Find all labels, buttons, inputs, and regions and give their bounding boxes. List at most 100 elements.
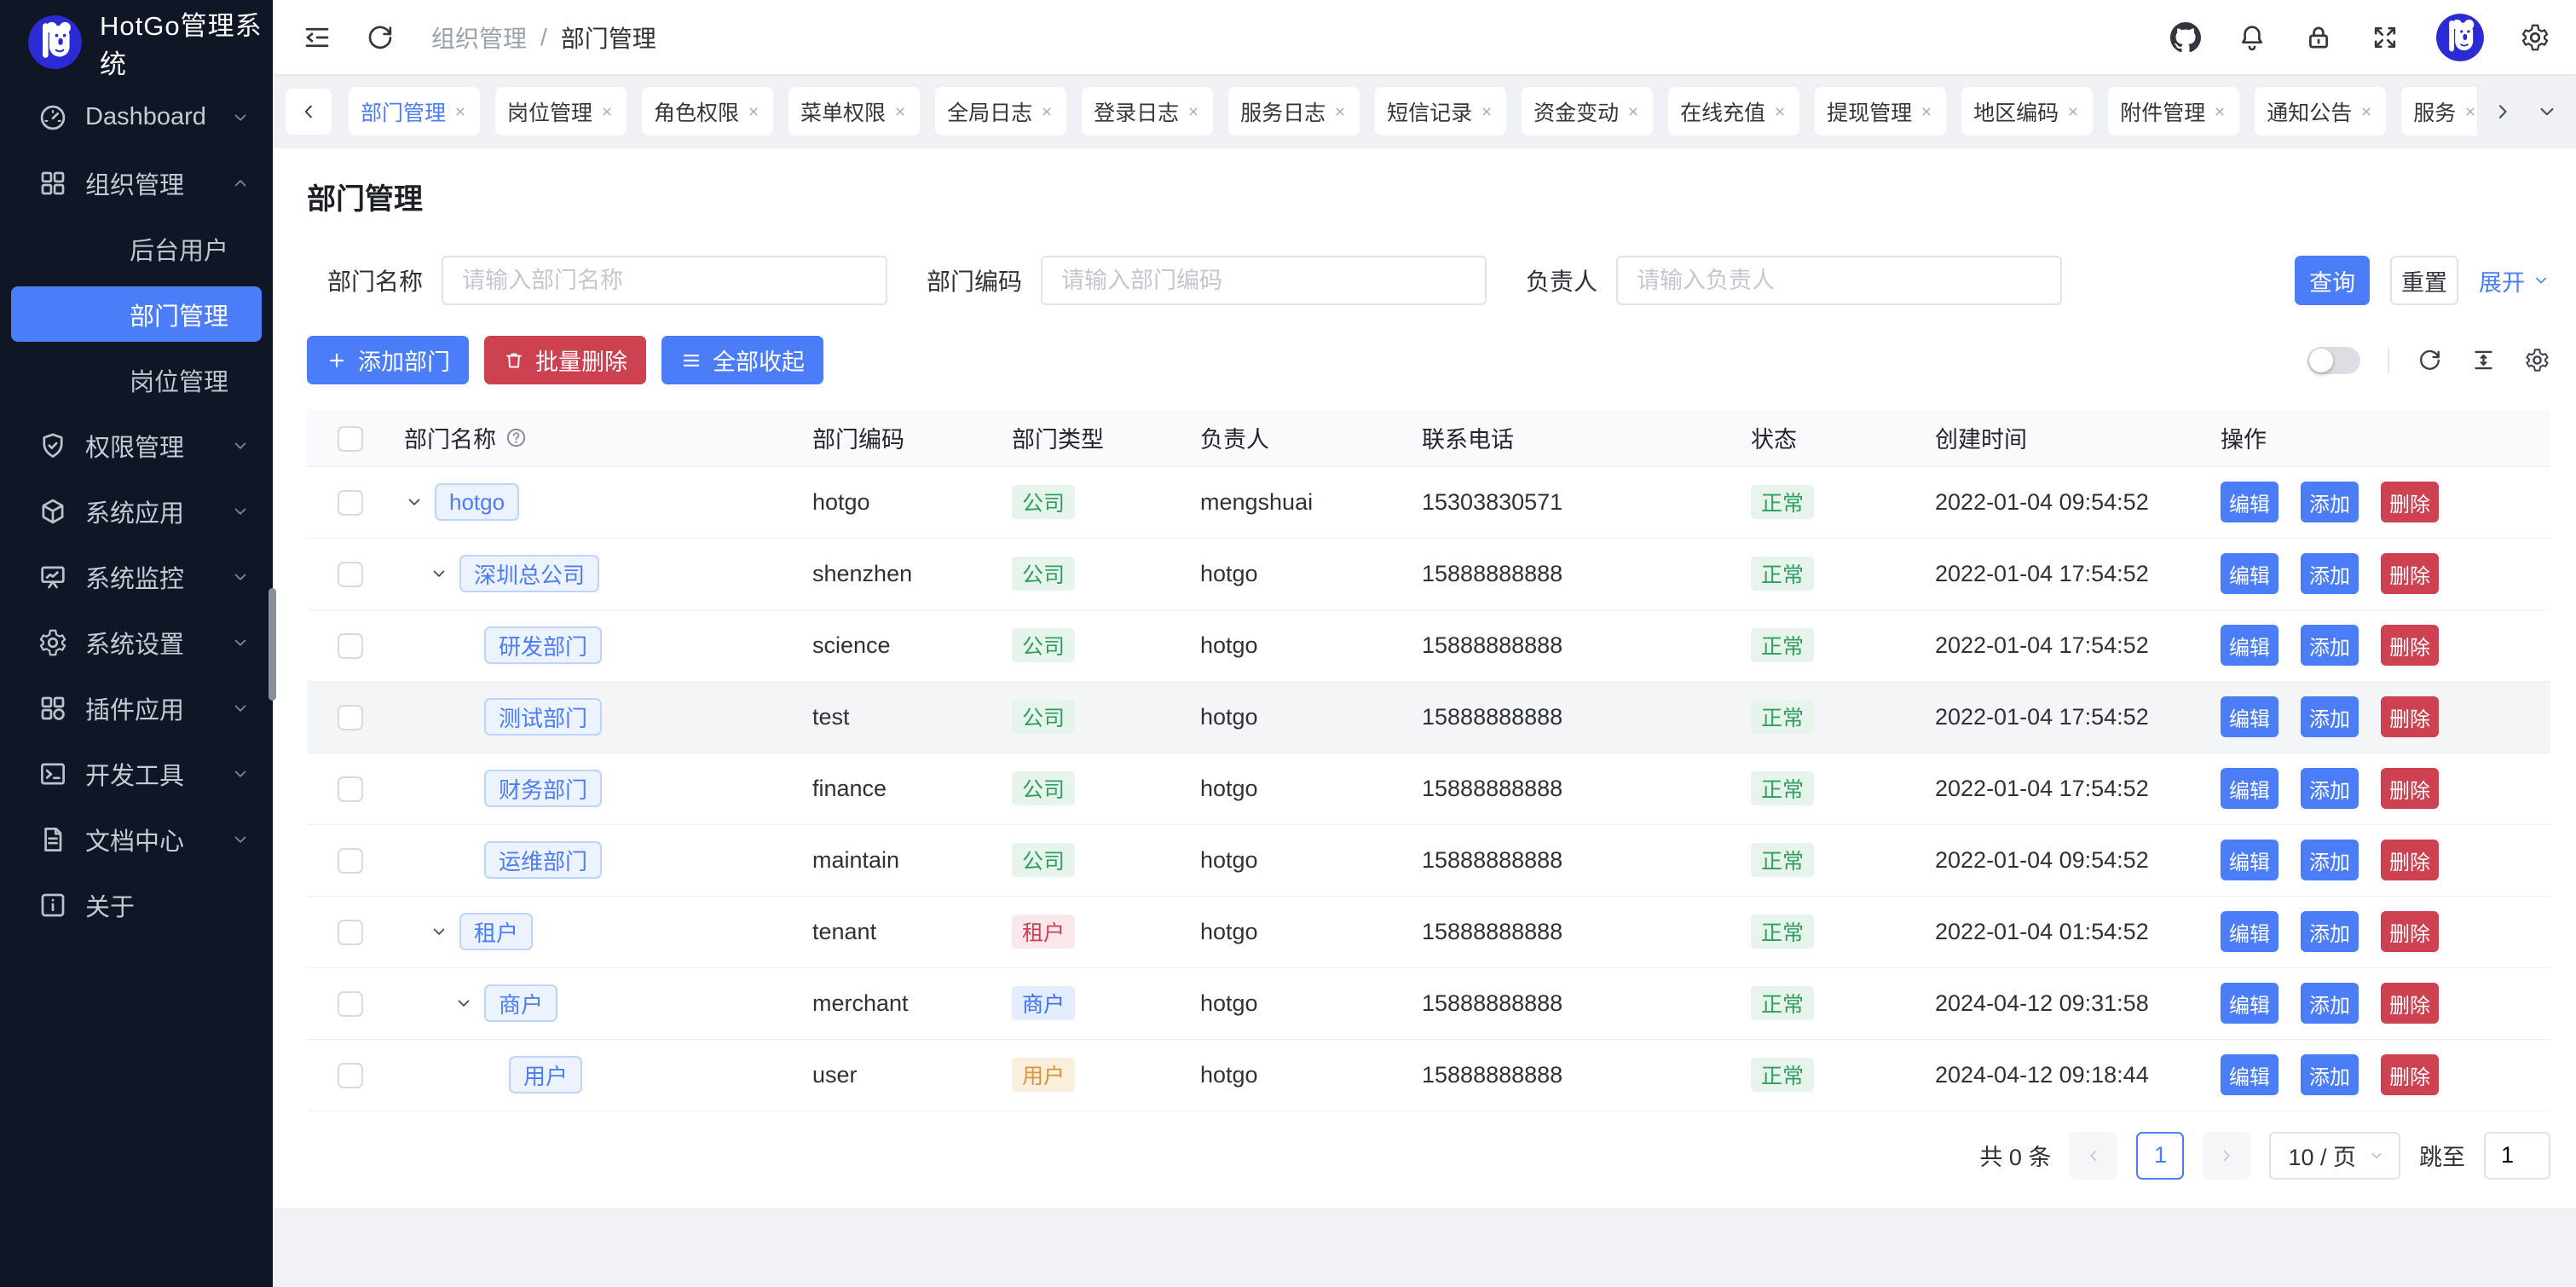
- add-department-button[interactable]: 添加部门: [307, 336, 469, 384]
- dept-name-input[interactable]: [442, 256, 887, 305]
- tab-close-button[interactable]: [453, 104, 468, 119]
- add-child-button[interactable]: 添加: [2301, 482, 2359, 522]
- sidebar-item-permission-management[interactable]: 权限管理: [0, 413, 273, 478]
- row-checkbox[interactable]: [338, 633, 363, 659]
- table-refresh-icon[interactable]: [2417, 347, 2443, 373]
- tab-close-button[interactable]: [2065, 104, 2081, 119]
- edit-button[interactable]: 编辑: [2221, 840, 2279, 880]
- row-checkbox[interactable]: [338, 705, 363, 730]
- tab-post-management[interactable]: 岗位管理: [495, 87, 627, 136]
- dept-name-tag[interactable]: 商户: [484, 984, 557, 1022]
- row-checkbox[interactable]: [338, 490, 363, 516]
- tab-global-log[interactable]: 全局日志: [935, 87, 1066, 136]
- sidebar-item-dashboard[interactable]: Dashboard: [0, 84, 273, 150]
- delete-button[interactable]: 删除: [2381, 553, 2439, 594]
- table-column-settings-icon[interactable]: [2524, 347, 2550, 373]
- settings-gear-icon[interactable]: [2520, 22, 2550, 53]
- add-child-button[interactable]: 添加: [2301, 911, 2359, 952]
- tab-close-button[interactable]: [892, 104, 908, 119]
- jump-to-input[interactable]: [2484, 1132, 2550, 1180]
- add-child-button[interactable]: 添加: [2301, 840, 2359, 880]
- breadcrumb-current[interactable]: 部门管理: [561, 20, 656, 55]
- expand-row-button[interactable]: [404, 492, 435, 512]
- fullscreen-icon[interactable]: [2370, 22, 2400, 53]
- tab-attachment-management[interactable]: 附件管理: [2108, 87, 2239, 136]
- sidebar-subitem-backend-users[interactable]: 后台用户: [0, 216, 273, 281]
- dept-name-tag[interactable]: hotgo: [435, 483, 519, 521]
- delete-button[interactable]: 删除: [2381, 983, 2439, 1024]
- tab-sms-record[interactable]: 短信记录: [1375, 87, 1506, 136]
- github-icon[interactable]: [2170, 22, 2201, 53]
- tab-menu-permission[interactable]: 菜单权限: [788, 87, 920, 136]
- collapse-all-button[interactable]: 全部收起: [661, 336, 823, 384]
- add-child-button[interactable]: 添加: [2301, 983, 2359, 1024]
- tab-fund-change[interactable]: 资金变动: [1522, 87, 1653, 136]
- sidebar-item-about[interactable]: 关于: [0, 872, 273, 938]
- dept-name-tag[interactable]: 运维部门: [484, 841, 602, 879]
- name-help-icon[interactable]: [505, 426, 528, 449]
- expand-row-button[interactable]: [453, 993, 484, 1013]
- sidebar-item-org-management[interactable]: 组织管理: [0, 150, 273, 216]
- select-all-checkbox[interactable]: [338, 426, 363, 452]
- dept-name-tag[interactable]: 用户: [509, 1056, 582, 1094]
- delete-button[interactable]: 删除: [2381, 625, 2439, 666]
- tab-online-recharge[interactable]: 在线充值: [1668, 87, 1799, 136]
- striped-toggle[interactable]: [2307, 347, 2360, 374]
- prev-page-button[interactable]: [2070, 1132, 2117, 1180]
- page-size-select[interactable]: 10 / 页: [2269, 1132, 2400, 1180]
- dept-name-tag[interactable]: 深圳总公司: [459, 555, 599, 592]
- notification-bell-icon[interactable]: [2237, 22, 2267, 53]
- row-checkbox[interactable]: [338, 991, 363, 1017]
- sidebar-item-system-settings[interactable]: 系统设置: [0, 609, 273, 675]
- dept-name-tag[interactable]: 财务部门: [484, 770, 602, 807]
- tab-close-button[interactable]: [1626, 104, 1641, 119]
- dept-name-tag[interactable]: 租户: [459, 913, 533, 950]
- tab-close-button[interactable]: [1479, 104, 1494, 119]
- user-avatar[interactable]: [2436, 14, 2484, 61]
- tab-service-log[interactable]: 服务日志: [1228, 87, 1360, 136]
- tab-service[interactable]: 服务: [2401, 87, 2477, 136]
- lock-screen-icon[interactable]: [2303, 22, 2334, 53]
- dept-name-tag[interactable]: 测试部门: [484, 698, 602, 736]
- row-checkbox[interactable]: [338, 562, 363, 587]
- tab-close-button[interactable]: [1919, 104, 1934, 119]
- sidebar-item-plugin-app[interactable]: 插件应用: [0, 675, 273, 741]
- app-logo[interactable]: HotGo管理系统: [0, 0, 273, 84]
- add-child-button[interactable]: 添加: [2301, 696, 2359, 737]
- sidebar-subitem-post-management[interactable]: 岗位管理: [0, 347, 273, 413]
- edit-button[interactable]: 编辑: [2221, 983, 2279, 1024]
- row-checkbox[interactable]: [338, 848, 363, 874]
- tab-close-button[interactable]: [1772, 104, 1788, 119]
- delete-button[interactable]: 删除: [2381, 1054, 2439, 1095]
- tab-notice[interactable]: 通知公告: [2255, 87, 2386, 136]
- sidebar-item-system-monitor[interactable]: 系统监控: [0, 544, 273, 609]
- tab-close-button[interactable]: [2359, 104, 2374, 119]
- tab-close-button[interactable]: [1186, 104, 1201, 119]
- sidebar-item-doc-center[interactable]: 文档中心: [0, 806, 273, 872]
- dept-name-tag[interactable]: 研发部门: [484, 626, 602, 664]
- reset-button[interactable]: 重置: [2390, 256, 2458, 305]
- edit-button[interactable]: 编辑: [2221, 696, 2279, 737]
- query-button[interactable]: 查询: [2295, 256, 2370, 305]
- tab-region-code[interactable]: 地区编码: [1961, 87, 2093, 136]
- delete-button[interactable]: 删除: [2381, 911, 2439, 952]
- tab-close-button[interactable]: [1332, 104, 1348, 119]
- sidebar-item-dev-tools[interactable]: 开发工具: [0, 741, 273, 806]
- tabs-scroll-right-button[interactable]: [2491, 100, 2515, 124]
- sidebar-collapse-icon[interactable]: [302, 22, 332, 53]
- tab-close-button[interactable]: [599, 104, 615, 119]
- leader-input[interactable]: [1616, 256, 2062, 305]
- delete-button[interactable]: 删除: [2381, 840, 2439, 880]
- breadcrumb-parent[interactable]: 组织管理: [431, 20, 527, 55]
- tabs-scroll-left-button[interactable]: [286, 89, 332, 135]
- expand-filters-link[interactable]: 展开: [2479, 264, 2550, 297]
- edit-button[interactable]: 编辑: [2221, 768, 2279, 809]
- sidebar-item-system-app[interactable]: 系统应用: [0, 478, 273, 544]
- table-density-icon[interactable]: [2470, 347, 2497, 373]
- edit-button[interactable]: 编辑: [2221, 625, 2279, 666]
- tab-login-log[interactable]: 登录日志: [1082, 87, 1213, 136]
- edit-button[interactable]: 编辑: [2221, 553, 2279, 594]
- tab-close-button[interactable]: [746, 104, 761, 119]
- row-checkbox[interactable]: [338, 1063, 363, 1088]
- tabs-menu-button[interactable]: [2535, 100, 2559, 124]
